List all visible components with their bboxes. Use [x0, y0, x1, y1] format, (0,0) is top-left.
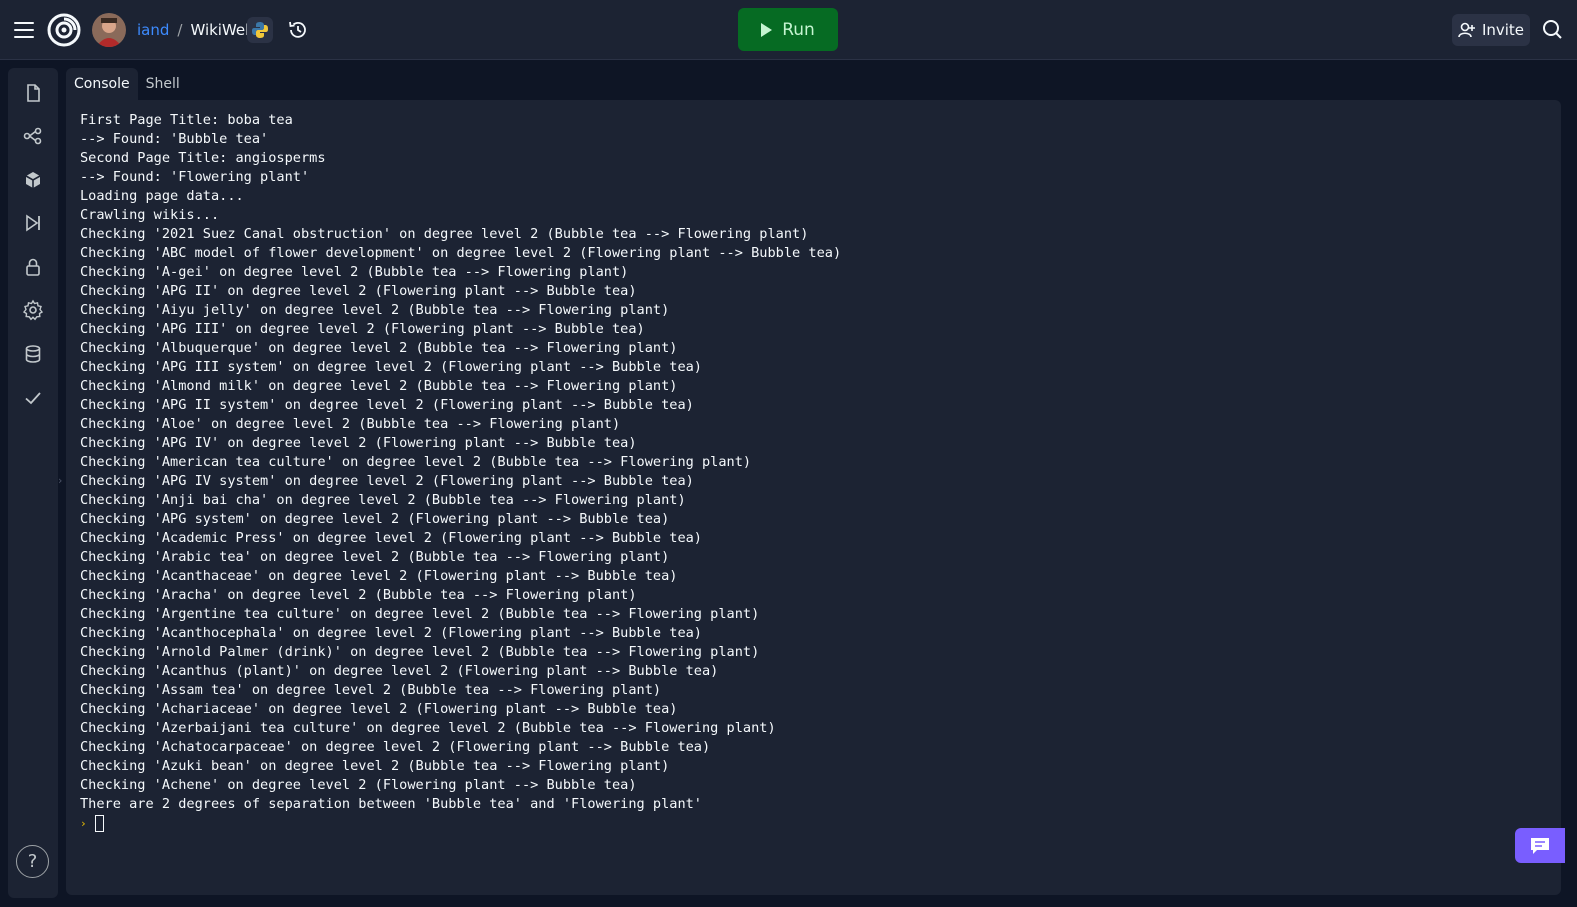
files-icon[interactable]: [21, 81, 45, 105]
check-icon[interactable]: [21, 386, 45, 410]
console-line: Checking 'ABC model of flower developmen…: [80, 245, 842, 261]
collapse-chevron-icon[interactable]: ›: [58, 474, 66, 490]
console-line: Checking 'APG III system' on degree leve…: [80, 359, 702, 375]
invite-button[interactable]: Invite: [1452, 14, 1530, 46]
help-button[interactable]: ?: [16, 845, 49, 878]
console-line: Checking 'Anji bai cha' on degree level …: [80, 492, 686, 508]
console-line: Checking 'APG II system' on degree level…: [80, 397, 694, 413]
packages-icon[interactable]: [21, 168, 45, 192]
console-line: Checking 'Arnold Palmer (drink)' on degr…: [80, 644, 760, 660]
invite-label: Invite: [1481, 21, 1525, 39]
console-line: Checking 'Aracha' on degree level 2 (Bub…: [80, 587, 637, 603]
chat-button[interactable]: [1515, 828, 1565, 863]
pane-tabs: Console Shell: [66, 68, 188, 100]
console-line: Checking 'Aloe' on degree level 2 (Bubbl…: [80, 416, 621, 432]
console-line: Checking 'APG II' on degree level 2 (Flo…: [80, 283, 637, 299]
tab-shell[interactable]: Shell: [138, 68, 188, 100]
chat-icon: [1531, 837, 1549, 854]
console-line: Checking 'Achariaceae' on degree level 2…: [80, 701, 678, 717]
console-line: Checking 'Acanthus (plant)' on degree le…: [80, 663, 719, 679]
secrets-icon[interactable]: [21, 255, 45, 279]
console-output[interactable]: First Page Title: boba tea --> Found: 'Bu…: [66, 100, 1561, 895]
console-line: First Page Title: boba tea: [80, 112, 293, 128]
console-lines: First Page Title: boba tea --> Found: 'Bu…: [80, 111, 1547, 814]
console-line: Checking 'Acanthocephala' on degree leve…: [80, 625, 702, 641]
settings-icon[interactable]: [21, 298, 45, 322]
console-line: Checking 'American tea culture' on degre…: [80, 454, 752, 470]
console-line: Checking '2021 Suez Canal obstruction' o…: [80, 226, 809, 242]
breadcrumb: iand / WikiWeb: [137, 19, 255, 41]
search-icon[interactable]: [1540, 17, 1566, 43]
console-line: Second Page Title: angiosperms: [80, 150, 326, 166]
console-line: Checking 'APG system' on degree level 2 …: [80, 511, 670, 527]
git-icon[interactable]: [21, 124, 45, 148]
console-line: Checking 'Academic Press' on degree leve…: [80, 530, 702, 546]
console-line: Checking 'Acanthaceae' on degree level 2…: [80, 568, 678, 584]
console-prompt[interactable]: ›: [80, 814, 1547, 833]
console-line: Checking 'Argentine tea culture' on degr…: [80, 606, 760, 622]
history-icon[interactable]: [285, 17, 311, 43]
console-line: Checking 'Assam tea' on degree level 2 (…: [80, 682, 662, 698]
console-line: Crawling wikis...: [80, 207, 220, 223]
run-label: Run: [782, 19, 815, 40]
console-line: Checking 'Albuquerque' on degree level 2…: [80, 340, 678, 356]
tools-sidebar: ?: [8, 68, 58, 898]
database-icon[interactable]: [21, 342, 45, 366]
console-line: Loading page data...: [80, 188, 244, 204]
replit-logo-icon[interactable]: [47, 13, 81, 47]
breadcrumb-separator: /: [177, 21, 183, 39]
python-icon[interactable]: [247, 17, 273, 43]
menu-icon[interactable]: [12, 18, 36, 42]
console-line: Checking 'Almond milk' on degree level 2…: [80, 378, 678, 394]
console-line: Checking 'APG III' on degree level 2 (Fl…: [80, 321, 645, 337]
tab-console[interactable]: Console: [66, 68, 138, 100]
console-line: Checking 'Aiyu jelly' on degree level 2 …: [80, 302, 670, 318]
console-line: There are 2 degrees of separation betwee…: [80, 796, 702, 812]
console-line: Checking 'Achatocarpaceae' on degree lev…: [80, 739, 711, 755]
console-line: Checking 'APG IV' on degree level 2 (Flo…: [80, 435, 637, 451]
prompt-caret-icon: ›: [80, 817, 87, 830]
repl-name[interactable]: WikiWeb: [190, 19, 254, 41]
debugger-icon[interactable]: [21, 211, 45, 235]
console-line: --> Found: 'Bubble tea': [80, 131, 269, 147]
console-line: Checking 'Azerbaijani tea culture' on de…: [80, 720, 776, 736]
text-cursor: [94, 815, 104, 832]
console-line: --> Found: 'Flowering plant': [80, 169, 310, 185]
play-icon: [761, 22, 773, 37]
run-button[interactable]: Run: [738, 8, 838, 51]
avatar[interactable]: [92, 13, 126, 47]
console-line: Checking 'Arabic tea' on degree level 2 …: [80, 549, 670, 565]
console-line: Checking 'APG IV system' on degree level…: [80, 473, 694, 489]
console-line: Checking 'A-gei' on degree level 2 (Bubb…: [80, 264, 629, 280]
console-line: Checking 'Azuki bean' on degree level 2 …: [80, 758, 670, 774]
add-user-icon: [1458, 22, 1475, 38]
console-line: Checking 'Achene' on degree level 2 (Flo…: [80, 777, 637, 793]
top-bar: iand / WikiWeb Run Invite: [0, 0, 1577, 60]
owner-link[interactable]: iand: [137, 19, 169, 41]
